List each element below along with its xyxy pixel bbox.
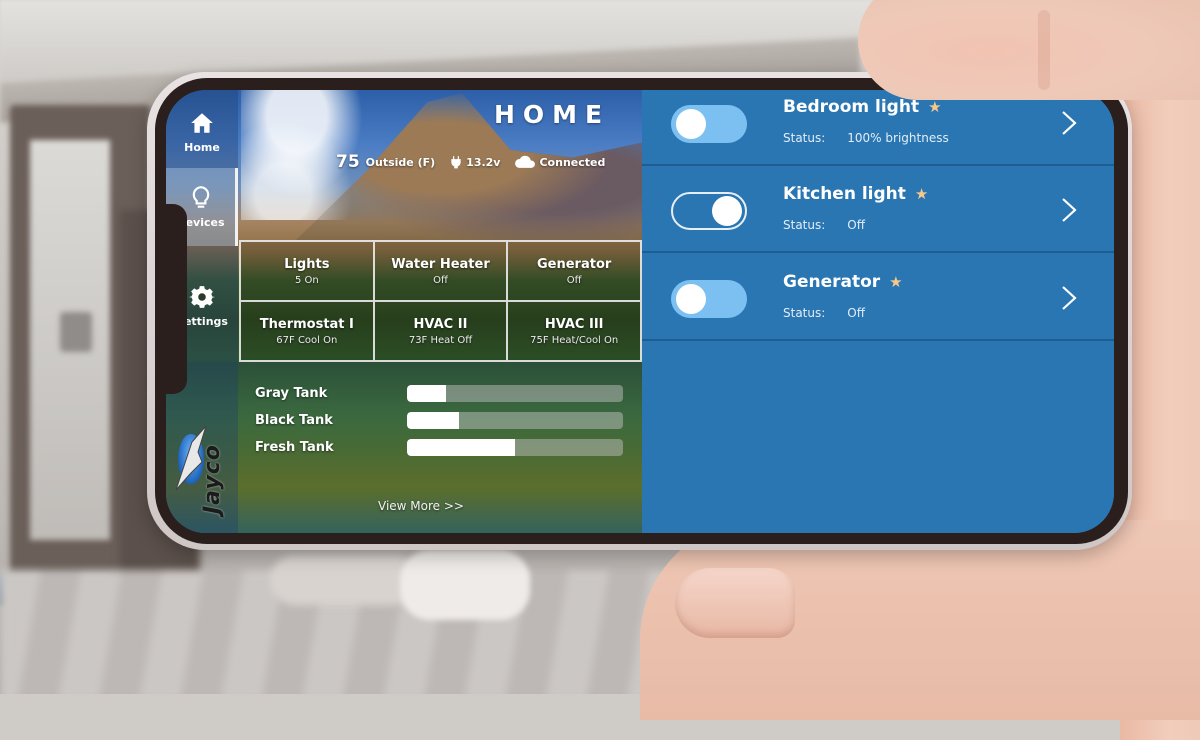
tile-value: 73F Heat Off <box>408 334 473 346</box>
tank-fill <box>407 385 446 402</box>
toggle-knob <box>676 109 706 139</box>
tank-level-bar <box>407 385 623 402</box>
device-row-generator[interactable]: Generator ★ Status: Off <box>642 254 1114 341</box>
tile-value: 67F Cool On <box>276 334 338 346</box>
tank-fill <box>407 439 515 456</box>
battery-voltage: 13.2v <box>449 155 500 169</box>
home-icon <box>191 113 213 133</box>
temperature-value: 75 <box>336 152 360 172</box>
device-list: Bedroom light ★ Status: 100% brightness Ki… <box>642 90 1114 533</box>
tile-name: Lights <box>284 256 330 272</box>
connection-status: Connected <box>514 155 605 169</box>
device-title: Kitchen light ★ <box>783 184 928 204</box>
tank-level-bar <box>407 439 623 456</box>
device-name: Bedroom light <box>783 97 920 117</box>
power-toggle[interactable] <box>671 280 747 318</box>
device-row-bedroom-light[interactable]: Bedroom light ★ Status: 100% brightness <box>642 90 1114 166</box>
tank-black: Black Tank <box>255 407 625 434</box>
tile-generator[interactable]: Generator Off <box>507 241 641 301</box>
jayco-logo: Jayco <box>170 408 236 518</box>
phone-screen: Home Devices Settings Jayco HOME 75 Outs… <box>166 90 1114 533</box>
chevron-right-icon[interactable] <box>1060 109 1078 137</box>
power-toggle[interactable] <box>671 105 747 143</box>
favorite-star-icon[interactable]: ★ <box>928 98 941 116</box>
finger-knuckle <box>1038 10 1050 90</box>
page-title: HOME <box>494 100 611 129</box>
temperature-label: Outside (F) <box>365 155 436 169</box>
tank-levels: Gray Tank Black Tank Fresh Tank <box>255 380 625 461</box>
view-more-link[interactable]: View More >> <box>378 499 464 513</box>
tank-gray: Gray Tank <box>255 380 625 407</box>
tile-name: Water Heater <box>391 256 490 272</box>
status-value: Off <box>847 306 865 320</box>
tile-value: Off <box>433 274 448 286</box>
lightbulb-icon <box>192 186 209 208</box>
tank-label: Gray Tank <box>255 386 328 401</box>
cloud-icon <box>515 155 536 168</box>
device-status: Status: Off <box>783 218 865 232</box>
status-value: 100% brightness <box>847 131 949 145</box>
pillow <box>400 550 530 620</box>
phone-notch <box>157 204 187 394</box>
device-title: Generator ★ <box>783 272 903 292</box>
home-panel: Home Devices Settings Jayco HOME 75 Outs… <box>166 90 642 533</box>
tile-hvac-2[interactable]: HVAC II 73F Heat Off <box>373 301 508 361</box>
status-bar: 75 Outside (F) 13.2v Connected <box>336 152 605 172</box>
tile-hvac-3[interactable]: HVAC III 75F Heat/Cool On <box>507 301 641 361</box>
favorite-star-icon[interactable]: ★ <box>889 273 902 291</box>
tank-label: Black Tank <box>255 413 333 428</box>
tile-value: Off <box>566 274 582 286</box>
tile-name: HVAC II <box>413 316 468 332</box>
wall-lamp <box>60 312 92 352</box>
tile-name: Thermostat I <box>259 316 354 332</box>
device-name: Kitchen light <box>783 184 906 204</box>
tank-fill <box>407 412 459 429</box>
thumb-tip <box>675 568 795 638</box>
logo-text: Jayco <box>200 444 225 514</box>
gear-icon <box>189 286 215 308</box>
toggle-knob <box>712 196 742 226</box>
hand-finger <box>858 0 1200 100</box>
chevron-right-icon[interactable] <box>1060 196 1078 224</box>
device-title: Bedroom light ★ <box>783 97 942 117</box>
tile-name: Generator <box>537 256 612 272</box>
tile-lights[interactable]: Lights 5 On <box>240 241 374 301</box>
tank-level-bar <box>407 412 623 429</box>
status-value: Off <box>847 218 865 232</box>
device-row-kitchen-light[interactable]: Kitchen light ★ Status: Off <box>642 166 1114 253</box>
status-label: Status: <box>783 131 826 145</box>
status-label: Status: <box>783 218 826 232</box>
outside-temperature: 75 Outside (F) <box>336 152 435 172</box>
voltage-value: 13.2v <box>466 155 501 169</box>
device-status: Status: Off <box>783 306 865 320</box>
plug-icon <box>451 156 461 169</box>
tile-thermostat-1[interactable]: Thermostat I 67F Cool On <box>240 301 374 361</box>
toggle-knob <box>676 284 706 314</box>
tile-water-heater[interactable]: Water Heater Off <box>373 241 508 301</box>
status-label: Status: <box>783 306 826 320</box>
tile-name: HVAC III <box>544 316 604 332</box>
device-status: Status: 100% brightness <box>783 131 949 145</box>
device-name: Generator <box>783 272 881 292</box>
phone: Home Devices Settings Jayco HOME 75 Outs… <box>147 72 1132 550</box>
tank-fresh: Fresh Tank <box>255 434 625 461</box>
connection-text: Connected <box>539 155 606 169</box>
power-toggle[interactable] <box>671 192 747 230</box>
device-tiles: Lights 5 On Water Heater Off Generator Off … <box>239 240 642 362</box>
tile-value: 75F Heat/Cool On <box>530 334 619 346</box>
tile-value: 5 On <box>294 274 319 286</box>
tank-label: Fresh Tank <box>255 440 334 455</box>
sidebar-item-label: Home <box>184 141 220 154</box>
chevron-right-icon[interactable] <box>1060 284 1078 312</box>
favorite-star-icon[interactable]: ★ <box>915 185 928 203</box>
sidebar-item-home[interactable]: Home <box>166 94 238 170</box>
pillow <box>270 555 420 605</box>
